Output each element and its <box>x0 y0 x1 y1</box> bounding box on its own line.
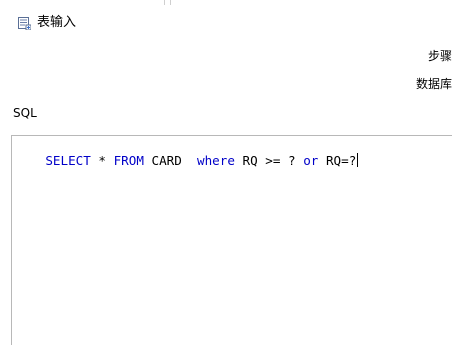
sql-text-token: * <box>90 153 114 168</box>
database-connection-label: 数据库 <box>415 77 452 91</box>
top-divider <box>164 0 171 5</box>
sql-editor[interactable]: SELECT * FROM CARD where RQ >= ? or RQ=? <box>11 135 452 345</box>
sql-keyword-select: SELECT <box>45 153 91 168</box>
table-input-icon <box>18 17 31 30</box>
sql-label: SQL <box>13 106 37 120</box>
sql-keyword-from: FROM <box>113 153 144 168</box>
sql-table-token: CARD <box>143 153 198 168</box>
sql-keyword-where: where <box>197 153 235 168</box>
text-caret <box>357 153 359 167</box>
sql-condition-token: RQ >= ? <box>234 153 304 168</box>
dialog-title: 表输入 <box>37 15 77 30</box>
right-label-column: 步骤 数据库 <box>392 0 452 100</box>
dialog-title-bar: 表输入 <box>0 0 452 47</box>
step-name-label: 步骤 <box>427 49 452 63</box>
sql-query-line[interactable]: SELECT * FROM CARD where RQ >= ? or RQ=? <box>15 137 359 185</box>
sql-keyword-or: or <box>303 153 319 168</box>
sql-condition-token-2: RQ=? <box>318 153 357 168</box>
